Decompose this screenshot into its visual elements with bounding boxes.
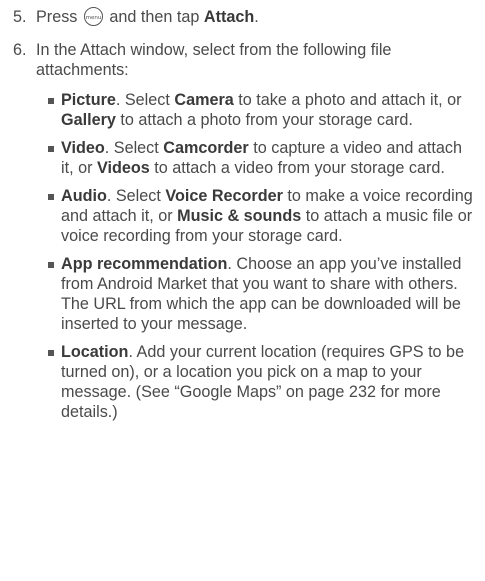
list-item-video: Video. Select Camcorder to capture a vid…	[48, 138, 475, 178]
manual-page: 5. Press menu and then tap Attach. 6. In…	[0, 0, 485, 581]
list-item-audio: Audio. Select Voice Recorder to make a v…	[48, 186, 475, 246]
step-6: 6. In the Attach window, select from the…	[13, 40, 477, 80]
list-item-location: Location. Add your current location (req…	[48, 342, 475, 422]
list-item-app-recommendation: App recommendation. Choose an app you’ve…	[48, 254, 475, 334]
svg-text:menu: menu	[86, 15, 102, 21]
step-number: 5.	[13, 8, 27, 26]
step-number: 6.	[13, 41, 27, 59]
attachment-list: Picture. Select Camera to take a photo a…	[48, 90, 475, 430]
step-text: Press menu and then tap Attach.	[36, 7, 259, 26]
step-text: In the Attach window, select from the fo…	[36, 41, 392, 79]
list-item-picture: Picture. Select Camera to take a photo a…	[48, 90, 475, 130]
step-5: 5. Press menu and then tap Attach.	[13, 7, 477, 27]
menu-key-icon: menu	[83, 7, 103, 26]
